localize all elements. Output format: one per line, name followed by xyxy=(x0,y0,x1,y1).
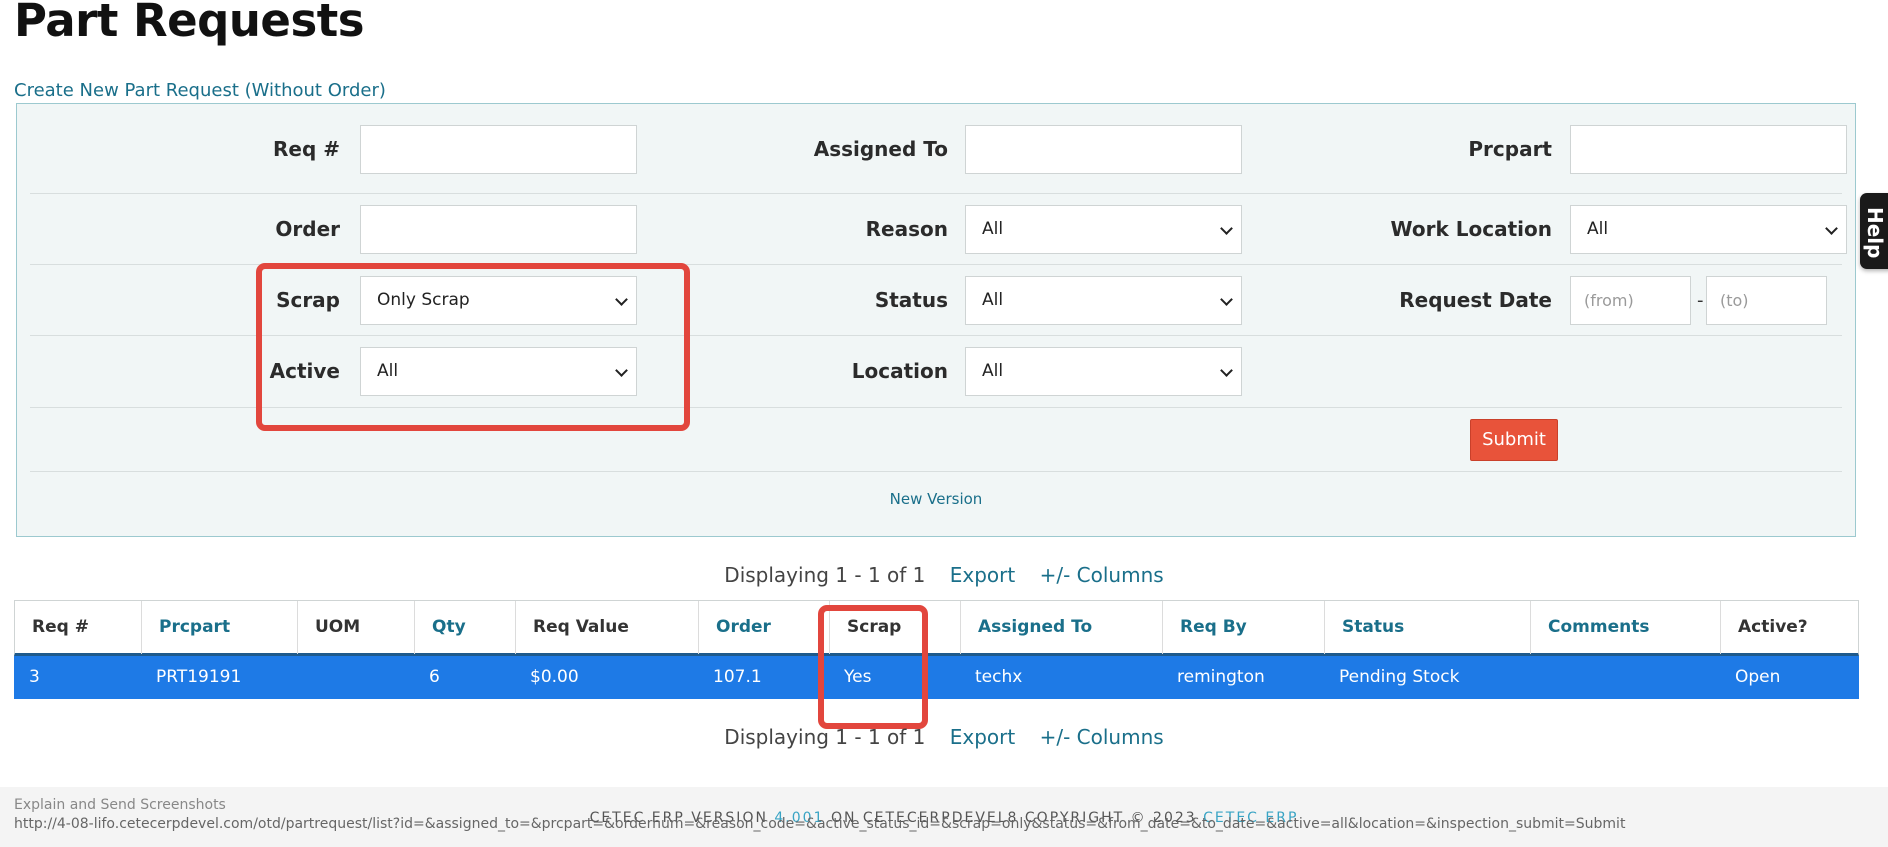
cell-req-value: $0.00 xyxy=(530,667,579,687)
filter-row-2: Order Reason All Work Location All xyxy=(30,194,1847,265)
cell-status: Pending Stock xyxy=(1339,667,1460,687)
reason-select[interactable]: All xyxy=(965,205,1242,254)
status-select[interactable]: All xyxy=(965,276,1242,325)
col-status[interactable]: Status xyxy=(1325,601,1531,654)
col-req-value: Req Value xyxy=(516,601,699,654)
location-label: Location xyxy=(851,359,948,383)
export-link[interactable]: Export xyxy=(950,563,1015,587)
cell-assigned-to: techx xyxy=(975,667,1023,687)
col-active: Active? xyxy=(1738,617,1808,637)
request-date-to-input[interactable]: (to) xyxy=(1706,276,1827,325)
assigned-to-label: Assigned To xyxy=(813,137,948,161)
filter-row-submit: Submit xyxy=(30,408,1842,472)
prcpart-label: Prcpart xyxy=(1468,137,1552,161)
work-location-label: Work Location xyxy=(1390,217,1552,241)
help-tab[interactable]: Help xyxy=(1860,193,1888,269)
pager-text: Displaying 1 - 1 of 1 xyxy=(724,563,926,587)
columns-toggle-link[interactable]: +/- Columns xyxy=(1040,725,1164,749)
active-label: Active xyxy=(269,359,340,383)
cell-comments xyxy=(1530,656,1545,699)
filter-row-4: Active All Location All xyxy=(30,336,1842,408)
prcpart-input[interactable] xyxy=(1570,125,1847,174)
req-number-input[interactable] xyxy=(360,125,637,174)
filter-panel: Req # Assigned To Prcpart Order Reason A… xyxy=(16,103,1856,537)
status-label: Status xyxy=(874,288,948,312)
date-separator: - xyxy=(1697,290,1704,311)
col-assigned-to[interactable]: Assigned To xyxy=(961,601,1163,654)
cell-order[interactable]: 107.1 xyxy=(698,656,762,699)
order-input[interactable] xyxy=(360,205,637,254)
cell-active: Open xyxy=(1735,667,1781,687)
col-uom: UOM xyxy=(298,601,415,654)
request-date-from-input[interactable]: (from) xyxy=(1570,276,1691,325)
status-bar-url: http://4-08-lifo.cetecerpdevel.com/otd/p… xyxy=(14,816,1626,832)
cell-uom xyxy=(297,656,312,699)
create-part-request-link[interactable]: Create New Part Request (Without Order) xyxy=(14,80,386,101)
col-qty[interactable]: Qty xyxy=(415,601,516,654)
filter-row-1: Req # Assigned To Prcpart xyxy=(30,104,1847,194)
cell-req-by: remington xyxy=(1177,667,1265,687)
export-link[interactable]: Export xyxy=(950,725,1015,749)
new-version-link[interactable]: New Version xyxy=(17,490,1855,508)
order-label: Order xyxy=(275,217,340,241)
location-select[interactable]: All xyxy=(965,347,1242,396)
reason-label: Reason xyxy=(865,217,948,241)
col-req-by[interactable]: Req By xyxy=(1163,601,1325,654)
part-requests-table: Req # Prcpart UOM Qty Req Value Order Sc… xyxy=(14,600,1859,699)
help-tab-label: Help xyxy=(1863,207,1887,259)
col-comments[interactable]: Comments xyxy=(1531,601,1721,654)
cell-prcpart[interactable]: PRT19191 xyxy=(141,656,241,699)
col-req-number: Req # xyxy=(15,601,142,654)
table-header: Req # Prcpart UOM Qty Req Value Order Sc… xyxy=(14,600,1859,656)
page-title: Part Requests xyxy=(14,0,365,47)
cell-qty: 6 xyxy=(429,667,440,687)
submit-button[interactable]: Submit xyxy=(1470,419,1558,461)
pager-top: Displaying 1 - 1 of 1 Export +/- Columns xyxy=(0,563,1888,587)
cell-scrap: Yes xyxy=(844,667,872,687)
col-prcpart[interactable]: Prcpart xyxy=(142,601,298,654)
col-scrap: Scrap xyxy=(830,601,961,654)
req-number-label: Req # xyxy=(272,137,340,161)
request-date-label: Request Date xyxy=(1399,288,1552,312)
filter-row-3: Scrap Only Scrap Status All Request Date… xyxy=(30,265,1842,336)
active-select[interactable]: All xyxy=(360,347,637,396)
scrap-label: Scrap xyxy=(276,288,340,312)
scrap-select[interactable]: Only Scrap xyxy=(360,276,637,325)
col-order[interactable]: Order xyxy=(699,601,830,654)
work-location-select[interactable]: All xyxy=(1570,205,1847,254)
table-row[interactable]: 3 PRT19191 6 $0.00 107.1 Yes techx remin… xyxy=(14,656,1859,699)
cell-req-number: 3 xyxy=(29,667,40,687)
columns-toggle-link[interactable]: +/- Columns xyxy=(1040,563,1164,587)
explain-screenshots-link[interactable]: Explain and Send Screenshots xyxy=(14,797,226,813)
assigned-to-input[interactable] xyxy=(965,125,1242,174)
pager-bottom: Displaying 1 - 1 of 1 Export +/- Columns xyxy=(0,725,1888,749)
pager-text: Displaying 1 - 1 of 1 xyxy=(724,725,926,749)
